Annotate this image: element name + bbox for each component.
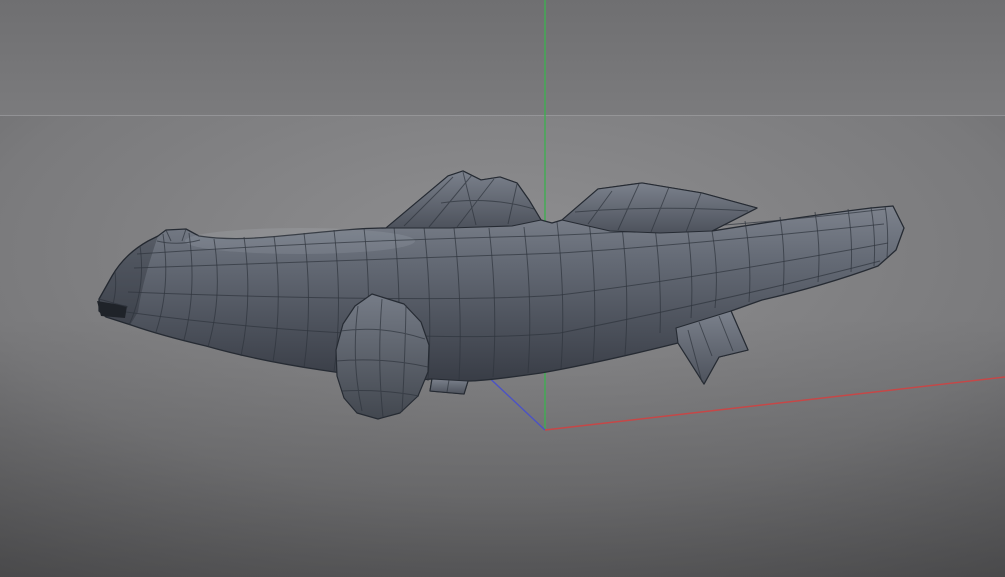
viewport-3d[interactable]: [0, 0, 1005, 577]
viewport-canvas[interactable]: [0, 0, 1005, 577]
